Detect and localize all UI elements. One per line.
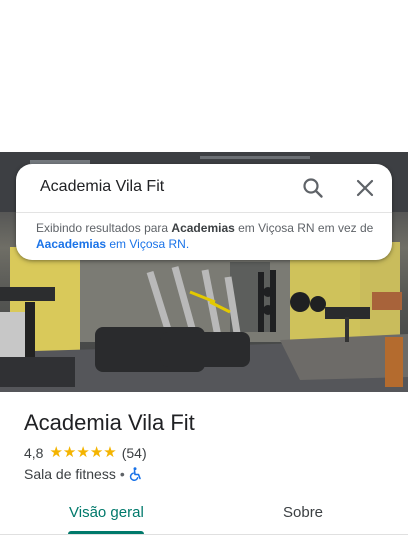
notice-original-term: Aacademias bbox=[36, 237, 107, 251]
notice-shown-location: em Viçosa RN em vez de bbox=[234, 221, 374, 235]
place-category: Sala de fitness bbox=[24, 466, 116, 482]
rating-row[interactable]: 4,8 ★ ★ ★ ★ ★ (54) bbox=[24, 444, 147, 462]
separator-dot: • bbox=[119, 466, 125, 482]
search-icon[interactable] bbox=[302, 177, 324, 199]
review-count[interactable]: (54) bbox=[122, 445, 147, 461]
star-icon: ★ bbox=[76, 444, 90, 461]
star-icon: ★ bbox=[89, 444, 104, 461]
notice-original-location: em Viçosa RN. bbox=[106, 237, 190, 251]
spelling-notice: Exibindo resultados para Academias em Vi… bbox=[36, 220, 376, 252]
search-divider bbox=[16, 212, 392, 213]
search-input[interactable]: Academia Vila Fit bbox=[40, 178, 164, 196]
tab-about[interactable]: Sobre bbox=[283, 504, 323, 521]
wheelchair-icon bbox=[129, 467, 143, 481]
notice-shown-term: Academias bbox=[171, 221, 235, 235]
notice-prefix: Exibindo resultados para bbox=[36, 221, 172, 235]
star-icon: ★ bbox=[62, 444, 77, 461]
original-query-link[interactable]: Aacademias em Viçosa RN. bbox=[36, 237, 189, 251]
rating-value: 4,8 bbox=[24, 445, 44, 461]
tab-bar-divider bbox=[0, 534, 408, 535]
category-row: Sala de fitness • bbox=[24, 465, 143, 483]
star-icon: ★ bbox=[103, 444, 117, 461]
rating-stars: ★ ★ ★ ★ ★ bbox=[49, 444, 116, 462]
close-icon[interactable] bbox=[355, 178, 375, 198]
star-icon: ★ bbox=[49, 444, 63, 461]
search-card: Academia Vila Fit Exibindo resultados pa… bbox=[16, 164, 392, 260]
place-title: Academia Vila Fit bbox=[24, 410, 195, 435]
tab-overview[interactable]: Visão geral bbox=[69, 504, 144, 521]
blank-top-area bbox=[0, 0, 408, 152]
search-bar[interactable]: Academia Vila Fit bbox=[16, 164, 392, 212]
